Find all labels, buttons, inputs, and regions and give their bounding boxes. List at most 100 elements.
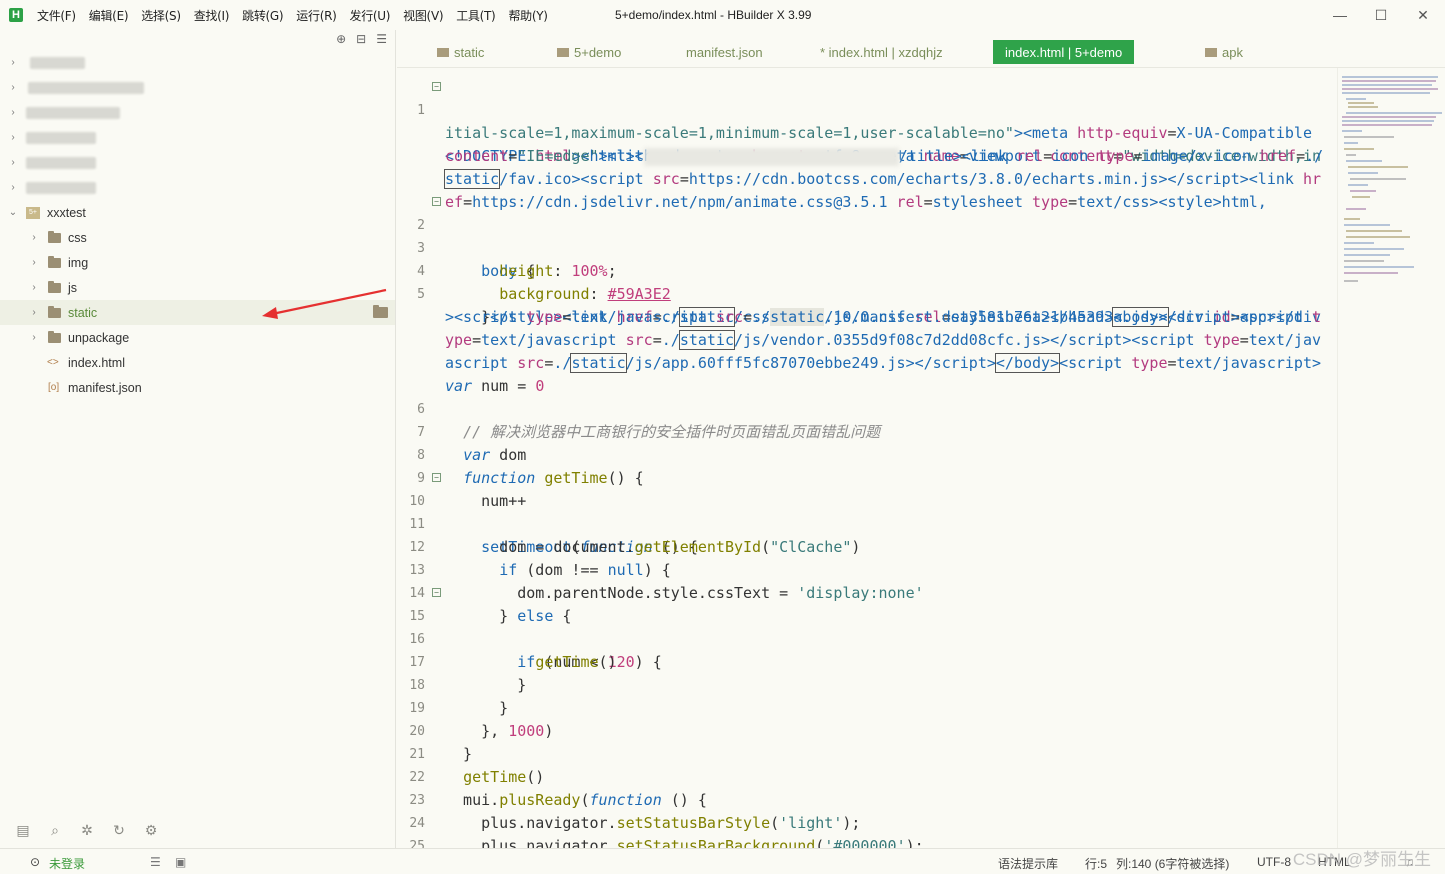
tab-index-html-5plus-demo[interactable]: index.html | 5+demo bbox=[993, 40, 1135, 64]
code-line: 2 − body { bbox=[397, 191, 1337, 280]
menu-tools[interactable]: 工具(T) bbox=[456, 7, 496, 24]
tree-row-blurred[interactable]: › bbox=[0, 150, 395, 175]
tab-apk[interactable]: apk bbox=[1205, 41, 1243, 63]
tab-label: manifest.json bbox=[686, 44, 763, 60]
hbuilder-logo-icon: H bbox=[9, 8, 23, 22]
chevron-right-icon: › bbox=[32, 282, 36, 293]
minimize-button[interactable]: — bbox=[1330, 5, 1350, 25]
git-icon[interactable]: ↻ bbox=[110, 822, 128, 838]
tree-row-blurred[interactable]: › bbox=[0, 125, 395, 150]
chevron-right-icon: › bbox=[32, 257, 36, 268]
code-line: 10 − setTimeout(function () { bbox=[397, 467, 1337, 556]
menu-help[interactable]: 帮助(Y) bbox=[508, 7, 548, 24]
folder-icon bbox=[48, 230, 61, 243]
code-line: 23 plus.navigator.setStatusBarStyle('lig… bbox=[397, 766, 1337, 832]
debug-icon[interactable]: ✲ bbox=[78, 822, 96, 838]
code-line: 1 − <!DOCTYPE html><html><head><meta cha… bbox=[397, 76, 1337, 165]
fold-icon[interactable]: − bbox=[432, 82, 441, 91]
fold-icon[interactable]: − bbox=[432, 197, 441, 206]
collapse-all-icon[interactable]: ⊟ bbox=[356, 32, 366, 46]
menu-icon[interactable]: ☰ bbox=[376, 32, 387, 46]
menu-publish[interactable]: 发行(U) bbox=[350, 7, 391, 24]
code-line: 16 getTime() bbox=[397, 605, 1337, 671]
tree-row-blurred[interactable]: › bbox=[0, 100, 395, 125]
tree-item-label: js bbox=[68, 280, 78, 295]
tree-item-css[interactable]: › css bbox=[0, 225, 395, 250]
menu-bar: 文件(F) 编辑(E) 选择(S) 查找(I) 跳转(G) 运行(R) 发行(U… bbox=[37, 7, 561, 24]
tree-item-label: img bbox=[68, 255, 89, 270]
chevron-right-icon: › bbox=[32, 307, 36, 318]
tab-5plus-demo[interactable]: 5+demo bbox=[557, 41, 621, 63]
project-name: xxxtest bbox=[47, 205, 86, 220]
close-button[interactable]: ✕ bbox=[1413, 5, 1433, 25]
chevron-right-icon: › bbox=[11, 107, 15, 118]
terminal-icon[interactable]: ▣ bbox=[175, 855, 186, 869]
tree-item-unpackage[interactable]: › unpackage bbox=[0, 325, 395, 350]
tree-item-index-html[interactable]: <> index.html bbox=[0, 350, 395, 375]
tree-item-label: manifest.json bbox=[68, 380, 142, 395]
tab-static[interactable]: static bbox=[437, 41, 484, 63]
menu-goto[interactable]: 跳转(G) bbox=[242, 7, 283, 24]
folder-icon bbox=[48, 305, 61, 318]
list-icon[interactable]: ☰ bbox=[150, 855, 161, 869]
tree-item-label: static bbox=[68, 305, 98, 320]
code-editor[interactable]: 1 − <!DOCTYPE html><html><head><meta cha… bbox=[397, 68, 1337, 848]
code-line: 5 }</style><link href=./static/css/app.0… bbox=[397, 260, 1337, 327]
tree-row-project[interactable]: ⌄ 5+ xxxtest bbox=[0, 200, 395, 225]
tree-item-label: index.html bbox=[68, 355, 125, 370]
menu-select[interactable]: 选择(S) bbox=[141, 7, 181, 24]
chevron-down-icon: ⌄ bbox=[8, 207, 18, 218]
status-bar: ⊙ 未登录 ☰ ▣ 语法提示库 行:5 列:140 (6字符被选择) UTF-8… bbox=[0, 848, 1445, 874]
code-line: var num = 0 bbox=[445, 377, 545, 395]
locate-icon[interactable]: ⊕ bbox=[336, 32, 346, 46]
code-line: 26 <script src="version/checkappupdate.j… bbox=[397, 835, 1337, 848]
menu-view[interactable]: 视图(V) bbox=[403, 7, 443, 24]
blurred-project bbox=[28, 81, 144, 94]
syntax-hint-library[interactable]: 语法提示库 bbox=[998, 855, 1058, 872]
code-line: 6 // 解决浏览器中工商银行的安全插件时页面错乱页面错乱问题 bbox=[397, 375, 1337, 441]
fold-icon[interactable]: − bbox=[432, 473, 441, 482]
chevron-right-icon: › bbox=[11, 182, 15, 193]
menu-edit[interactable]: 编辑(E) bbox=[89, 7, 129, 24]
tab-label: index.html | 5+demo bbox=[1005, 44, 1123, 60]
code-line: 25 });</script></html> bbox=[397, 812, 1337, 848]
sidebar-bottom-toolbar: ▤ ⌕ ✲ ↻ ⚙ bbox=[0, 812, 396, 848]
code-minimap[interactable] bbox=[1337, 68, 1445, 848]
user-icon[interactable]: ⊙ bbox=[30, 855, 40, 869]
search-icon[interactable]: ⌕ bbox=[46, 822, 64, 838]
plugin-icon[interactable]: ⚙ bbox=[142, 822, 160, 838]
menu-file[interactable]: 文件(F) bbox=[37, 7, 76, 24]
code-line: 12 if (dom !== null) { bbox=[397, 513, 1337, 579]
tree-row-blurred[interactable]: › bbox=[0, 175, 395, 200]
tab-manifest-json[interactable]: manifest.json bbox=[686, 41, 763, 63]
encoding[interactable]: UTF-8 bbox=[1257, 855, 1291, 869]
tree-row-blurred[interactable]: › bbox=[0, 75, 395, 100]
project-manager-icon[interactable]: ▤ bbox=[14, 822, 32, 838]
folder-icon bbox=[48, 280, 61, 293]
code-line: 18 } bbox=[397, 651, 1337, 717]
code-line: 14 } else { bbox=[397, 559, 1337, 625]
login-status[interactable]: 未登录 bbox=[49, 855, 85, 872]
fold-icon[interactable]: − bbox=[432, 588, 441, 597]
blurred-project bbox=[26, 131, 96, 144]
tree-row-blurred[interactable]: › bbox=[0, 50, 395, 75]
blurred-project bbox=[26, 181, 96, 194]
code-line: 13 dom.parentNode.style.cssText = 'displ… bbox=[397, 536, 1337, 602]
tab-index-html-xzdqhjz[interactable]: * index.html | xzdqhjz bbox=[820, 41, 943, 63]
tree-item-manifest-json[interactable]: [o] manifest.json bbox=[0, 375, 395, 400]
tab-label: apk bbox=[1222, 44, 1243, 60]
code-line: ype=text/javascript src=./static/js/vend… bbox=[445, 330, 1322, 350]
code-line: 22 mui.plusReady(function () { bbox=[397, 743, 1337, 809]
tree-item-img[interactable]: › img bbox=[0, 250, 395, 275]
maximize-button[interactable]: ☐ bbox=[1371, 5, 1391, 25]
code-line: 9 num++ bbox=[397, 444, 1337, 510]
code-line: 11 dom = document.getElementById("ClCach… bbox=[397, 490, 1337, 556]
title-bar: H 文件(F) 编辑(E) 选择(S) 查找(I) 跳转(G) 运行(R) 发行… bbox=[0, 0, 1445, 30]
json-file-icon: [o] bbox=[48, 382, 60, 393]
cursor-column: 列:140 (6字符被选择) bbox=[1116, 857, 1230, 871]
tab-label: static bbox=[454, 44, 485, 60]
code-line: 21 getTime() bbox=[397, 720, 1337, 786]
menu-run[interactable]: 运行(R) bbox=[296, 7, 337, 24]
chevron-right-icon: › bbox=[11, 157, 15, 168]
menu-find[interactable]: 查找(I) bbox=[194, 7, 230, 24]
